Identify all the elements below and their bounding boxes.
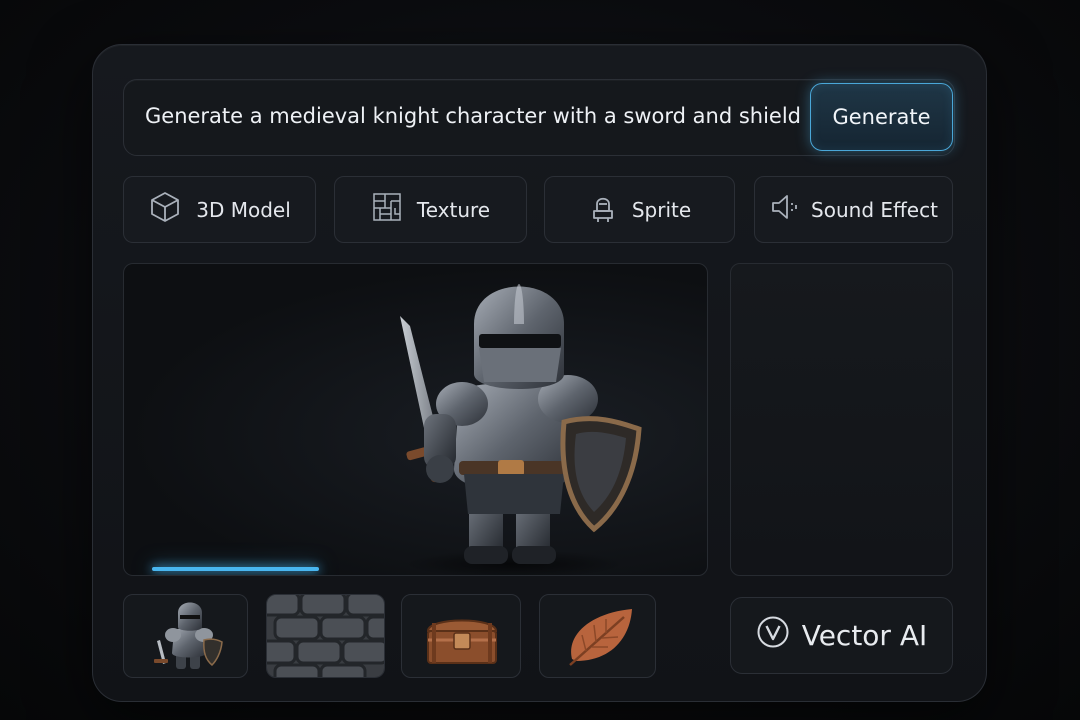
asset-type-sound-effect[interactable]: Sound Effect	[754, 176, 953, 243]
leaf-image	[569, 609, 632, 666]
asset-type-sprite[interactable]: Sprite	[544, 176, 735, 243]
details-panel	[730, 263, 953, 576]
asset-type-3d-model[interactable]: 3D Model	[123, 176, 316, 243]
stone-texture-image	[267, 595, 384, 677]
thumbnail-stone-texture[interactable]	[266, 594, 385, 678]
brand-name: Vector AI	[801, 619, 928, 652]
asset-type-texture[interactable]: Texture	[334, 176, 527, 243]
treasure-chest-image	[426, 619, 498, 664]
asset-type-label: Sound Effect	[811, 197, 938, 222]
knight-thumbnail-image	[154, 602, 223, 669]
thumbnail-knight[interactable]	[123, 594, 248, 678]
cube-icon	[148, 190, 182, 229]
speaker-icon	[769, 191, 801, 228]
progress-fill	[152, 567, 319, 571]
thumbnail-treasure-chest[interactable]	[401, 594, 521, 678]
preview-canvas	[123, 263, 708, 576]
prompt-input[interactable]: Generate a medieval knight character wit…	[145, 104, 801, 128]
asset-type-label: Sprite	[631, 197, 692, 222]
generate-button[interactable]: Generate	[810, 83, 953, 151]
thumbnail-leaf[interactable]	[539, 594, 656, 678]
sprite-figure-icon	[588, 191, 618, 228]
brand-logo: Vector AI	[730, 597, 953, 674]
asset-type-label: Texture	[416, 197, 491, 222]
asset-type-label: 3D Model	[196, 197, 291, 222]
texture-grid-icon	[371, 191, 403, 228]
vector-logo-icon	[756, 615, 790, 656]
knight-character-image	[400, 284, 642, 575]
generation-progress	[152, 567, 707, 571]
